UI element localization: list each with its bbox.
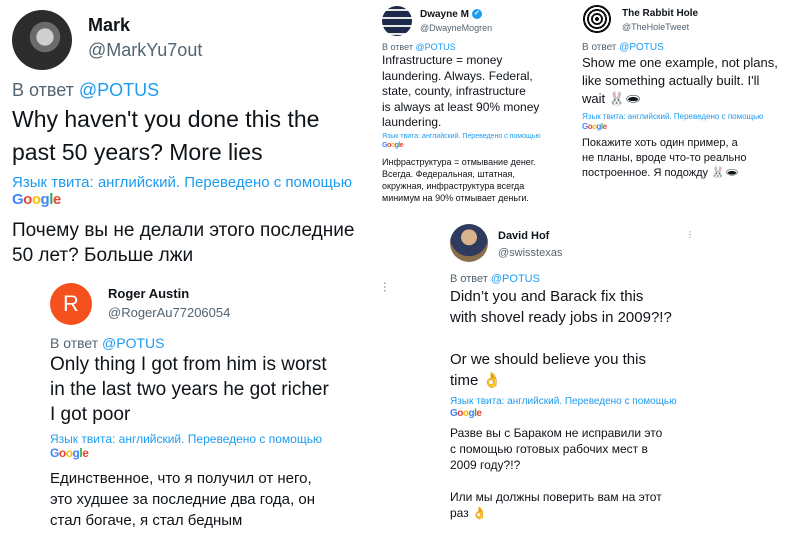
tweet-text: Didn’t you and Barack fix this with shov… — [450, 288, 672, 389]
translated-text: Разве вы с Бараком не исправили это с по… — [450, 426, 663, 520]
tweet-dwayne: Dwayne M ✓ @DwayneMogren В ответ @POTUS I… — [376, 0, 576, 212]
mention-link[interactable]: @POTUS — [491, 273, 540, 285]
reply-prefix: В ответ — [582, 42, 617, 53]
verified-badge-icon: ✓ — [471, 9, 482, 20]
avatar[interactable] — [450, 224, 488, 262]
avatar[interactable] — [12, 10, 72, 70]
translation-label[interactable]: Язык твита: английский. Переведено с пом… — [50, 432, 322, 446]
author-handle[interactable]: @MarkYu7out — [88, 40, 202, 61]
avatar[interactable]: R — [50, 283, 92, 325]
author-name[interactable]: David Hof — [498, 230, 549, 242]
mention-link[interactable]: @POTUS — [102, 335, 164, 351]
author-handle[interactable]: @TheHoleTweet — [622, 22, 689, 32]
author-handle[interactable]: @swisstexas — [498, 247, 562, 259]
translation-label[interactable]: Язык твита: английский. Переведено с пом… — [450, 396, 677, 407]
mention-link[interactable]: @POTUS — [79, 80, 159, 100]
reply-prefix: В ответ — [382, 42, 413, 52]
tweet-david-hof: David Hof @swisstexas ··· В ответ @POTUS… — [440, 218, 700, 533]
reply-to-line: В ответ @POTUS — [582, 42, 664, 53]
author-handle[interactable]: @DwayneMogren — [420, 23, 492, 33]
reply-prefix: В ответ — [50, 335, 99, 351]
translated-text: Инфраструктура = отмывание денег. Всегда… — [382, 157, 536, 203]
tweet-text: Show me one example, not plans, like som… — [582, 55, 778, 106]
tweet-roger-austin: R Roger Austin @RogerAu77206054 ··· В от… — [38, 277, 400, 533]
reply-to-line: В ответ @POTUS — [382, 42, 456, 52]
google-logo: Google — [450, 408, 482, 419]
google-logo: Google — [382, 142, 404, 149]
google-logo: Google — [12, 191, 61, 208]
reply-to-line: В ответ @POTUS — [12, 80, 159, 101]
reply-prefix: В ответ — [12, 80, 74, 100]
tweet-text: Why haven't you done this the past 50 ye… — [12, 106, 320, 165]
tweet-mark: Mark @MarkYu7out В ответ @POTUS Why have… — [0, 0, 400, 275]
translated-text: Почему вы не делали этого последние 50 л… — [12, 220, 355, 266]
avatar[interactable] — [582, 4, 612, 34]
translation-label[interactable]: Язык твита: английский. Переведено с пом… — [12, 174, 352, 191]
reply-to-line: В ответ @POTUS — [450, 273, 540, 285]
author-name[interactable]: Dwayne M ✓ — [420, 9, 482, 20]
tweet-text: Infrastructure = money laundering. Alway… — [382, 53, 540, 129]
reply-prefix: В ответ — [450, 273, 488, 285]
reply-to-line: В ответ @POTUS — [50, 335, 164, 351]
google-logo: Google — [50, 446, 89, 460]
avatar[interactable] — [382, 6, 412, 36]
author-handle[interactable]: @RogerAu77206054 — [108, 305, 230, 320]
mention-link[interactable]: @POTUS — [415, 42, 455, 52]
tweet-text: Only thing I got from him is worst in th… — [50, 354, 329, 425]
translation-label[interactable]: Язык твита: английский. Переведено с пом… — [382, 133, 541, 140]
author-name[interactable]: Mark — [88, 15, 130, 36]
translated-text: Единственное, что я получил от него, это… — [50, 470, 315, 529]
tweet-rabbit-hole: The Rabbit Hole @TheHoleTweet В ответ @P… — [578, 0, 800, 200]
author-name[interactable]: Roger Austin — [108, 286, 189, 301]
translation-label[interactable]: Язык твита: английский. Переведено с пом… — [582, 112, 763, 121]
avatar-letter: R — [63, 291, 79, 316]
translated-text: Покажите хоть один пример, а не планы, в… — [582, 137, 747, 179]
google-logo: Google — [582, 122, 607, 131]
more-options-icon[interactable]: ··· — [378, 281, 394, 292]
more-options-icon[interactable]: ··· — [684, 230, 696, 238]
mention-link[interactable]: @POTUS — [619, 42, 664, 53]
author-name[interactable]: The Rabbit Hole — [622, 8, 698, 19]
